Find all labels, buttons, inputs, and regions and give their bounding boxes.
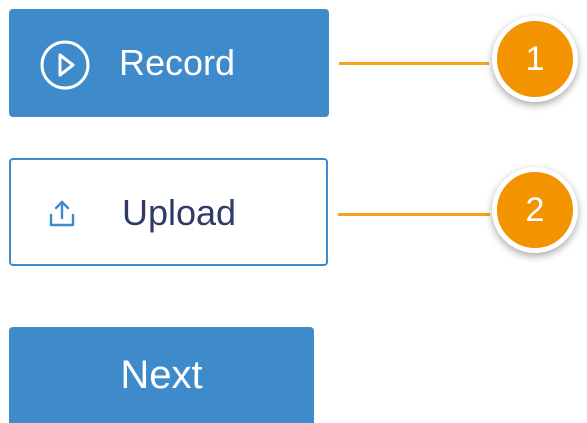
callout-connector-2 <box>338 213 490 216</box>
callout-badge-1: 1 <box>492 16 578 102</box>
next-button[interactable]: Next <box>9 327 314 423</box>
upload-button[interactable]: Upload <box>9 158 328 266</box>
next-button-label: Next <box>120 353 203 397</box>
play-circle-icon <box>39 39 91 91</box>
callout-connector-1 <box>339 62 489 65</box>
upload-icon <box>45 197 79 231</box>
callout-number-1: 1 <box>525 39 545 78</box>
record-button-label: Record <box>119 42 236 83</box>
upload-button-label: Upload <box>122 192 237 233</box>
record-button[interactable]: Record <box>9 9 329 117</box>
callout-badge-2: 2 <box>492 167 578 253</box>
callout-number-2: 2 <box>525 190 545 229</box>
